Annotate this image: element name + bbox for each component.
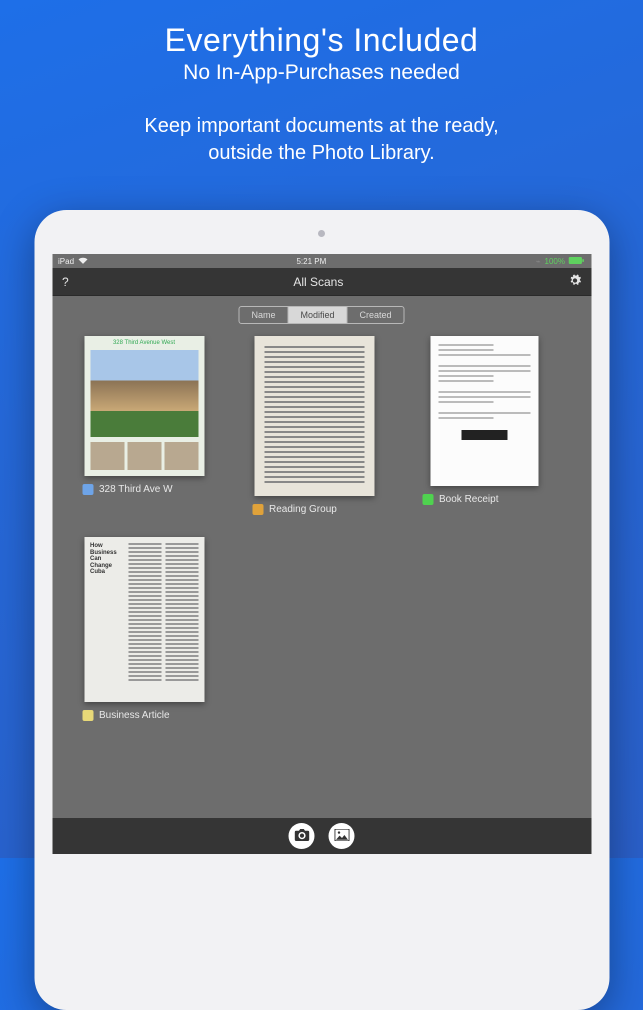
battery-percent: 100% <box>545 257 565 266</box>
document-thumbnail: 328 Third Avenue West <box>84 336 204 476</box>
document-label: 328 Third Ave W <box>99 484 173 495</box>
headline-title: Everything's Included <box>0 22 643 59</box>
document-caption: Book Receipt <box>414 494 498 505</box>
document-thumbnail <box>430 336 538 486</box>
clock: 5:21 PM <box>296 257 326 266</box>
document-label: Business Article <box>99 710 170 721</box>
photo-icon <box>334 829 349 844</box>
document-caption: 328 Third Ave W <box>74 484 173 495</box>
sort-control-wrap: Name Modified Created <box>52 296 591 336</box>
device-label: iPad <box>58 257 74 266</box>
bottom-toolbar <box>52 818 591 854</box>
document-label: Reading Group <box>269 504 337 515</box>
camera-button[interactable] <box>289 823 315 849</box>
gear-icon[interactable] <box>568 274 581 290</box>
document-item[interactable]: Book Receipt <box>414 336 554 515</box>
tagline-line2: outside the Photo Library. <box>0 140 643 167</box>
sort-modified[interactable]: Modified <box>288 307 347 323</box>
app-screen: iPad 5:21 PM ⌁ 100% ? All Scans <box>52 254 591 854</box>
bluetooth-icon: ⌁ <box>536 257 541 266</box>
help-button[interactable]: ? <box>62 275 69 289</box>
battery-icon <box>569 257 585 266</box>
page-title: All Scans <box>69 275 568 289</box>
document-caption: Reading Group <box>244 504 337 515</box>
tagline-line1: Keep important documents at the ready, <box>0 113 643 140</box>
photo-library-button[interactable] <box>329 823 355 849</box>
document-grid: 328 Third Avenue West 328 Third Ave W <box>52 336 591 721</box>
ipad-frame: iPad 5:21 PM ⌁ 100% ? All Scans <box>34 210 609 1010</box>
document-item[interactable]: How Business Can Change Cuba <box>74 537 214 721</box>
sort-name[interactable]: Name <box>239 307 288 323</box>
document-item[interactable]: Reading Group <box>244 336 384 515</box>
color-swatch <box>82 484 93 495</box>
sort-segmented-control: Name Modified Created <box>238 306 404 324</box>
headline-subtitle: No In-App-Purchases needed <box>0 61 643 85</box>
camera-icon <box>294 829 309 844</box>
status-bar: iPad 5:21 PM ⌁ 100% <box>52 254 591 268</box>
promo-headline: Everything's Included No In-App-Purchase… <box>0 0 643 85</box>
promo-tagline: Keep important documents at the ready, o… <box>0 113 643 167</box>
document-label: Book Receipt <box>439 494 498 505</box>
sort-created[interactable]: Created <box>348 307 404 323</box>
thumb-title: 328 Third Avenue West <box>84 336 204 348</box>
document-item[interactable]: 328 Third Avenue West 328 Third Ave W <box>74 336 214 515</box>
color-swatch <box>252 504 263 515</box>
document-thumbnail: How Business Can Change Cuba <box>84 537 204 702</box>
document-thumbnail <box>254 336 374 496</box>
color-swatch <box>422 494 433 505</box>
thumb-heading: How Business Can Change Cuba <box>90 543 125 576</box>
document-caption: Business Article <box>74 710 170 721</box>
nav-bar: ? All Scans <box>52 268 591 296</box>
wifi-icon <box>78 257 87 266</box>
color-swatch <box>82 710 93 721</box>
